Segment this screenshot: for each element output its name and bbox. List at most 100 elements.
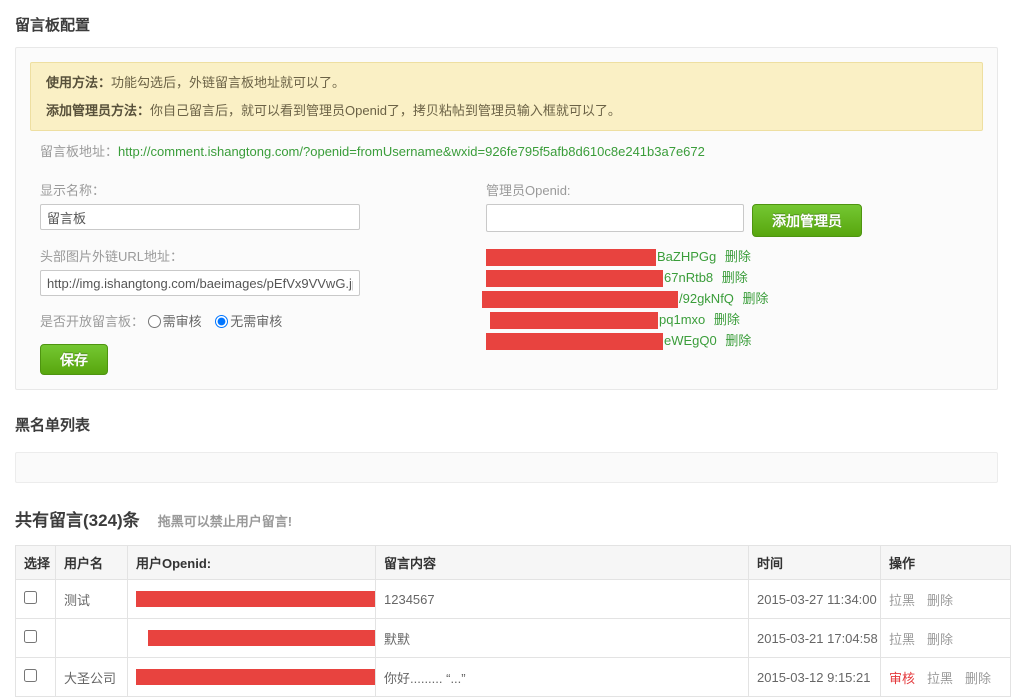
action-link-generic[interactable]: 拉黑 [889, 593, 915, 608]
page-title: 留言板配置 [15, 14, 998, 35]
redacted-admin-openid [486, 249, 656, 266]
need-review-label: 需审核 [163, 314, 202, 329]
time-cell: 2015-03-21 17:04:58 [749, 619, 881, 658]
notice-usage-text: 功能勾选后，外链留言板地址就可以了。 [111, 75, 345, 90]
admin-list-item: 67nRtb8 删除 [486, 267, 862, 288]
radio-no-review-option[interactable]: 无需审核 [215, 314, 282, 329]
column-header: 操作 [881, 546, 1011, 580]
openid-cell: SO0NgqW5PY [128, 580, 376, 619]
admin-openid-suffix: 67nRtb8 [664, 270, 717, 285]
add-admin-button[interactable]: 添加管理员 [752, 204, 862, 237]
notice-usage-label: 使用方法： [46, 75, 111, 90]
admin-openid-suffix: pq1mxo [659, 312, 709, 327]
redacted-user-openid [136, 669, 376, 685]
openid-cell: Ka6VLFfaRK4 [128, 619, 376, 658]
admin-openid-suffix: /92gkNfQ [679, 291, 738, 306]
delete-admin-link[interactable]: 删除 [743, 291, 769, 306]
action-link-generic[interactable]: 拉黑 [889, 632, 915, 647]
admin-openid-label: 管理员Openid: [486, 180, 862, 199]
select-cell [16, 658, 56, 697]
no-review-radio[interactable] [215, 315, 228, 328]
redacted-user-openid [136, 591, 376, 607]
action-link-generic[interactable]: 删除 [927, 632, 953, 647]
delete-admin-link[interactable]: 删除 [725, 249, 751, 264]
actions-cell: 审核拉黑删除 [881, 658, 1011, 697]
admin-openid-suffix: eWEgQ0 [664, 333, 720, 348]
column-header: 用户Openid: [128, 546, 376, 580]
notice-add-admin-text: 你自己留言后，就可以看到管理员Openid了，拷贝粘帖到管理员输入框就可以了。 [150, 103, 621, 118]
delete-admin-link[interactable]: 删除 [714, 312, 740, 327]
messages-table: 选择用户名用户Openid:留言内容时间操作 测试 SO0NgqW5PY 123… [15, 545, 1011, 697]
admin-list: BaZHPGg 删除 67nRtb8 删除 /92gkNfQ 删除 pq1mxo… [486, 246, 862, 351]
display-name-input[interactable] [40, 204, 360, 230]
message-row: 测试 SO0NgqW5PY 1234567 2015-03-27 11:34:0… [16, 580, 1011, 619]
notice-line-usage: 使用方法：功能勾选后，外链留言板地址就可以了。 [46, 74, 967, 91]
notice-add-admin-label: 添加管理员方法： [46, 103, 150, 118]
board-url-label: 留言板地址： [40, 144, 118, 159]
admin-list-item: BaZHPGg 删除 [486, 246, 862, 267]
save-button[interactable]: 保存 [40, 344, 108, 375]
admin-openid-suffix: BaZHPGg [657, 249, 720, 264]
redacted-admin-openid [486, 333, 663, 350]
openid-cell: nutC9WxM [128, 658, 376, 697]
message-board-admin-page: 留言板配置 使用方法：功能勾选后，外链留言板地址就可以了。 添加管理员方法：你自… [0, 0, 1013, 697]
delete-admin-link[interactable]: 删除 [725, 333, 751, 348]
need-review-radio[interactable] [148, 315, 161, 328]
username-cell: 测试 [56, 580, 128, 619]
username-cell: 大圣公司 [56, 658, 128, 697]
message-content-cell: 你好......... “...” [376, 658, 749, 697]
actions-cell: 拉黑删除 [881, 619, 1011, 658]
header-image-url-field: 头部图片外链URL地址： [40, 246, 460, 296]
board-url-link[interactable]: http://comment.ishangtong.com/?openid=fr… [118, 144, 705, 159]
action-link-generic[interactable]: 拉黑 [927, 671, 953, 686]
admin-list-item: pq1mxo 删除 [486, 309, 862, 330]
radio-need-review-option[interactable]: 需审核 [148, 314, 202, 329]
message-content-cell: 默默 [376, 619, 749, 658]
header-image-url-label: 头部图片外链URL地址： [40, 246, 460, 265]
config-form-right-column: 管理员Openid: 添加管理员 BaZHPGg 删除 67nRtb8 删除 /… [486, 180, 862, 375]
column-header: 选择 [16, 546, 56, 580]
open-board-radio-group: 是否开放留言板： 需审核 无需审核 [40, 311, 460, 330]
admin-list-item: eWEgQ0 删除 [486, 330, 862, 351]
display-name-label: 显示名称： [40, 180, 460, 199]
messages-table-header-row: 选择用户名用户Openid:留言内容时间操作 [16, 546, 1011, 580]
delete-admin-link[interactable]: 删除 [722, 270, 748, 285]
column-header: 用户名 [56, 546, 128, 580]
redacted-admin-openid [482, 291, 678, 308]
message-row: Ka6VLFfaRK4 默默 2015-03-21 17:04:58 拉黑删除 [16, 619, 1011, 658]
redacted-admin-openid [486, 270, 663, 287]
select-checkbox[interactable] [24, 630, 37, 643]
time-cell: 2015-03-27 11:34:00 [749, 580, 881, 619]
usage-notice: 使用方法：功能勾选后，外链留言板地址就可以了。 添加管理员方法：你自己留言后，就… [30, 62, 983, 131]
time-cell: 2015-03-12 9:15:21 [749, 658, 881, 697]
admin-openid-input[interactable] [486, 204, 744, 232]
admin-input-row: 添加管理员 [486, 204, 862, 237]
config-form-left-column: 显示名称： 头部图片外链URL地址： 是否开放留言板： 需审核 无需审核 保存 [40, 180, 460, 375]
action-link-generic[interactable]: 删除 [965, 671, 991, 686]
column-header: 留言内容 [376, 546, 749, 580]
message-content-cell: 1234567 [376, 580, 749, 619]
column-header: 时间 [749, 546, 881, 580]
action-link-review[interactable]: 审核 [889, 671, 915, 686]
notice-line-add-admin: 添加管理员方法：你自己留言后，就可以看到管理员Openid了，拷贝粘帖到管理员输… [46, 102, 967, 119]
select-checkbox[interactable] [24, 669, 37, 682]
blacklist-title: 黑名单列表 [15, 414, 998, 435]
header-image-url-input[interactable] [40, 270, 360, 296]
config-form: 显示名称： 头部图片外链URL地址： 是否开放留言板： 需审核 无需审核 保存 … [40, 180, 983, 375]
open-board-label: 是否开放留言板： [40, 314, 144, 329]
action-link-generic[interactable]: 删除 [927, 593, 953, 608]
admin-list-item: /92gkNfQ 删除 [486, 288, 862, 309]
no-review-label: 无需审核 [230, 314, 282, 329]
username-cell [56, 619, 128, 658]
redacted-user-openid [148, 630, 376, 646]
select-checkbox[interactable] [24, 591, 37, 604]
board-url-line: 留言板地址：http://comment.ishangtong.com/?ope… [40, 144, 983, 160]
messages-header: 共有留言(324)条 拖黑可以禁止用户留言! [15, 506, 998, 531]
message-row: 大圣公司 nutC9WxM 你好......... “...” 2015-03-… [16, 658, 1011, 697]
select-cell [16, 580, 56, 619]
config-panel: 使用方法：功能勾选后，外链留言板地址就可以了。 添加管理员方法：你自己留言后，就… [15, 47, 998, 390]
select-cell [16, 619, 56, 658]
messages-hint: 拖黑可以禁止用户留言! [158, 511, 292, 530]
redacted-admin-openid [490, 312, 658, 329]
messages-title: 共有留言(324)条 [15, 506, 140, 531]
